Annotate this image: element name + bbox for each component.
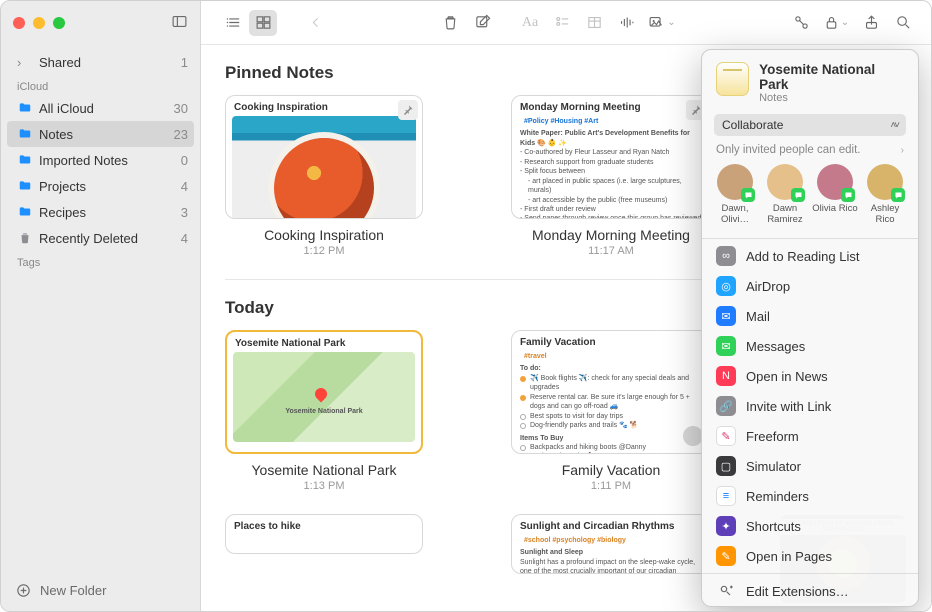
app-icon: ✎: [716, 426, 736, 446]
app-icon: ∞: [716, 246, 736, 266]
share-action-open-in-news[interactable]: NOpen in News: [702, 361, 918, 391]
audio-button[interactable]: [612, 10, 640, 36]
share-action-simulator[interactable]: ▢Simulator: [702, 451, 918, 481]
format-button[interactable]: Aa: [516, 10, 544, 36]
note-card-yosemite[interactable]: Yosemite National Park Yosemite National…: [225, 330, 423, 492]
minimize-window-button[interactable]: [33, 17, 45, 29]
sidebar-section-tags: Tags: [1, 251, 200, 271]
main-area: Aa ⌄ ⌄ Pinned Notes Cooking Inspiration: [201, 1, 931, 611]
lock-button[interactable]: ⌄: [819, 10, 853, 36]
note-card-cooking[interactable]: Cooking Inspiration Cooking Inspiration …: [225, 95, 423, 257]
note-icon: [716, 62, 749, 96]
gallery-view-button[interactable]: [249, 10, 277, 36]
share-button[interactable]: [857, 10, 885, 36]
share-action-open-in-pages[interactable]: ✎Open in Pages: [702, 541, 918, 571]
close-window-button[interactable]: [13, 17, 25, 29]
sidebar-item-trash[interactable]: Recently Deleted 4: [1, 225, 200, 251]
link-button[interactable]: [787, 10, 815, 36]
trash-button[interactable]: [436, 10, 464, 36]
folder-icon: [17, 126, 33, 142]
new-folder-button[interactable]: New Folder: [1, 570, 200, 611]
share-action-airdrop[interactable]: ◎AirDrop: [702, 271, 918, 301]
sidebar-item-all-icloud[interactable]: All iCloud 30: [1, 95, 200, 121]
app-icon: ✦: [716, 516, 736, 536]
window-titlebar: [1, 1, 200, 45]
folder-icon: [17, 100, 33, 116]
zoom-window-button[interactable]: [53, 17, 65, 29]
app-icon: ✉: [716, 336, 736, 356]
folder-icon: [17, 152, 33, 168]
share-popover: Yosemite National Park Notes Collaborate…: [701, 49, 919, 607]
messages-badge-icon: [741, 188, 755, 202]
folder-icon: [17, 204, 33, 220]
app-icon: ▢: [716, 456, 736, 476]
messages-badge-icon: [841, 188, 855, 202]
checklist-button[interactable]: [548, 10, 576, 36]
app-icon: N: [716, 366, 736, 386]
avatar-icon: [817, 164, 853, 200]
note-card-vacation[interactable]: Family Vacation #travel To do: ✈️ Book f…: [511, 330, 711, 492]
share-person[interactable]: Dawn, Olivi…hers: [712, 164, 758, 226]
trash-icon: [17, 230, 33, 246]
share-action-invite-with-link[interactable]: 🔗Invite with Link: [702, 391, 918, 421]
toolbar: Aa ⌄ ⌄: [201, 1, 931, 45]
messages-badge-icon: [791, 188, 805, 202]
media-button[interactable]: ⌄: [644, 10, 680, 36]
note-card-circadian[interactable]: Sunlight and Circadian Rhythms #school #…: [511, 514, 711, 604]
share-action-messages[interactable]: ✉Messages: [702, 331, 918, 361]
share-person[interactable]: Ashley Rico: [862, 164, 908, 226]
app-icon: ◎: [716, 276, 736, 296]
permission-row[interactable]: Only invited people can edit. ›: [702, 136, 918, 162]
table-button[interactable]: [580, 10, 608, 36]
share-person[interactable]: Olivia Rico: [812, 164, 858, 226]
back-button[interactable]: [301, 10, 329, 36]
sidebar-item-recipes[interactable]: Recipes 3: [1, 199, 200, 225]
note-card-meeting[interactable]: Monday Morning Meeting #Policy #Housing …: [511, 95, 711, 257]
share-action-shortcuts[interactable]: ✦Shortcuts: [702, 511, 918, 541]
search-button[interactable]: [889, 10, 917, 36]
note-thumbnail-image: [232, 116, 416, 219]
list-view-button[interactable]: [219, 10, 247, 36]
avatar-icon: [867, 164, 903, 200]
sidebar-item-label: Shared: [39, 55, 181, 70]
folder-icon: [17, 178, 33, 194]
app-icon: ✉: [716, 306, 736, 326]
chevron-right-icon: ›: [901, 145, 904, 156]
sidebar-toggle-icon[interactable]: [171, 13, 188, 33]
sidebar-item-imported[interactable]: Imported Notes 0: [1, 147, 200, 173]
edit-extensions-button[interactable]: Edit Extensions…: [702, 576, 918, 606]
pin-icon[interactable]: [398, 100, 418, 120]
avatar-icon: [717, 164, 753, 200]
sidebar-section-icloud: iCloud: [1, 75, 200, 95]
share-person[interactable]: Dawn Ramirez: [762, 164, 808, 226]
note-thumbnail-map: Yosemite National Park: [233, 352, 415, 442]
avatar-icon: [767, 164, 803, 200]
chevron-up-down-icon: ˄˅: [890, 120, 898, 131]
app-icon: ✎: [716, 546, 736, 566]
share-action-reminders[interactable]: ≡Reminders: [702, 481, 918, 511]
sidebar-item-notes[interactable]: Notes 23: [7, 121, 194, 147]
messages-badge-icon: [891, 188, 905, 202]
share-mode-select[interactable]: Collaborate ˄˅: [714, 114, 906, 136]
sidebar-item-shared[interactable]: › Shared 1: [1, 49, 200, 75]
share-note-title: Yosemite National Park: [759, 62, 904, 92]
share-action-mail[interactable]: ✉Mail: [702, 301, 918, 331]
sidebar: › Shared 1 iCloud All iCloud 30 Notes 23…: [1, 1, 201, 611]
app-icon: ≡: [716, 486, 736, 506]
share-action-freeform[interactable]: ✎Freeform: [702, 421, 918, 451]
share-action-add-to-reading-list[interactable]: ∞Add to Reading List: [702, 241, 918, 271]
app-icon: 🔗: [716, 396, 736, 416]
sidebar-item-projects[interactable]: Projects 4: [1, 173, 200, 199]
extensions-icon: [716, 581, 736, 601]
note-card-places[interactable]: Places to hike: [225, 514, 423, 604]
compose-button[interactable]: [468, 10, 496, 36]
